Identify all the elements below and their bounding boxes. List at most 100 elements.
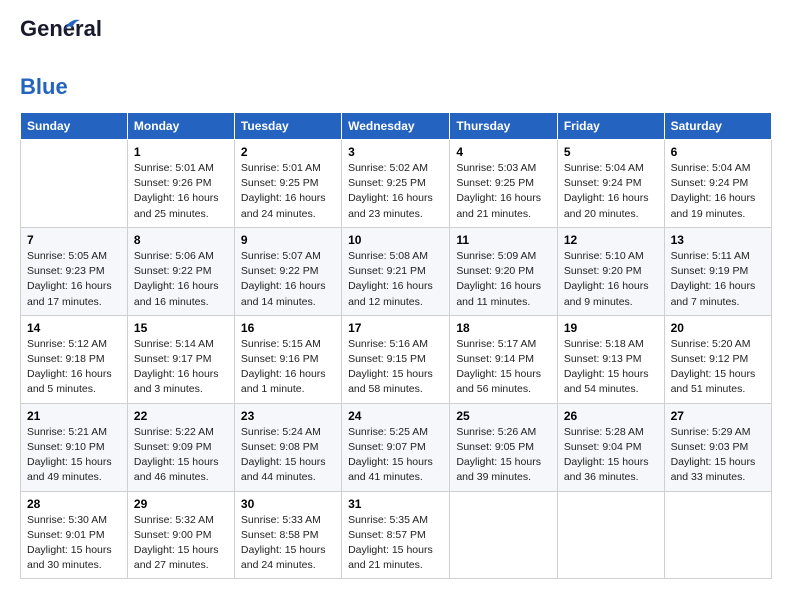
calendar-cell: 14Sunrise: 5:12 AM Sunset: 9:18 PM Dayli… — [21, 315, 128, 403]
date-number: 6 — [671, 145, 765, 159]
calendar-cell: 31 Sunrise: 5:35 AM Sunset: 8:57 PM Dayli… — [342, 491, 450, 579]
calendar-cell: 1 Sunrise: 5:01 AM Sunset: 9:26 PM Daylig… — [127, 140, 234, 228]
calendar-cell: 10 Sunrise: 5:08 AM Sunset: 9:21 PM Dayli… — [342, 227, 450, 315]
day-info: Sunrise: 5:16 AM Sunset: 9:15 PM Dayligh… — [348, 337, 443, 398]
date-number: 9 — [241, 233, 335, 247]
calendar-cell: 30 Sunrise: 5:33 AM Sunset: 8:58 PM Dayli… — [234, 491, 341, 579]
logo-bird-icon — [60, 14, 82, 36]
logo: General Blue — [20, 16, 68, 100]
calendar-cell: 7 Sunrise: 5:05 AM Sunset: 9:23 PM Daylig… — [21, 227, 128, 315]
date-number: 14 — [27, 321, 121, 335]
column-header-saturday: Saturday — [664, 113, 771, 140]
column-header-sunday: Sunday — [21, 113, 128, 140]
calendar-cell: 21 Sunrise: 5:21 AM Sunset: 9:10 PM Dayli… — [21, 403, 128, 491]
day-info: Sunrise: 5:05 AM Sunset: 9:23 PM Dayligh… — [27, 249, 121, 310]
week-row-3: 14Sunrise: 5:12 AM Sunset: 9:18 PM Dayli… — [21, 315, 772, 403]
date-number: 3 — [348, 145, 443, 159]
day-info: Sunrise: 5:26 AM Sunset: 9:05 PM Dayligh… — [456, 425, 551, 486]
date-number: 8 — [134, 233, 228, 247]
date-number: 25 — [456, 409, 551, 423]
week-row-5: 28 Sunrise: 5:30 AM Sunset: 9:01 PM Dayli… — [21, 491, 772, 579]
date-number: 2 — [241, 145, 335, 159]
date-number: 7 — [27, 233, 121, 247]
calendar-cell: 8 Sunrise: 5:06 AM Sunset: 9:22 PM Daylig… — [127, 227, 234, 315]
header: General Blue — [20, 16, 772, 100]
calendar-cell — [450, 491, 558, 579]
column-header-row: SundayMondayTuesdayWednesdayThursdayFrid… — [21, 113, 772, 140]
date-number: 29 — [134, 497, 228, 511]
day-info: Sunrise: 5:03 AM Sunset: 9:25 PM Dayligh… — [456, 161, 551, 222]
calendar-cell: 24 Sunrise: 5:25 AM Sunset: 9:07 PM Dayli… — [342, 403, 450, 491]
calendar-cell: 18Sunrise: 5:17 AM Sunset: 9:14 PM Dayli… — [450, 315, 558, 403]
calendar-cell: 29 Sunrise: 5:32 AM Sunset: 9:00 PM Dayli… — [127, 491, 234, 579]
week-row-4: 21 Sunrise: 5:21 AM Sunset: 9:10 PM Dayli… — [21, 403, 772, 491]
date-number: 30 — [241, 497, 335, 511]
calendar-cell: 26 Sunrise: 5:28 AM Sunset: 9:04 PM Dayli… — [557, 403, 664, 491]
date-number: 10 — [348, 233, 443, 247]
date-number: 28 — [27, 497, 121, 511]
calendar-cell: 11 Sunrise: 5:09 AM Sunset: 9:20 PM Dayli… — [450, 227, 558, 315]
day-info: Sunrise: 5:15 AM Sunset: 9:16 PM Dayligh… — [241, 337, 335, 398]
week-row-2: 7 Sunrise: 5:05 AM Sunset: 9:23 PM Daylig… — [21, 227, 772, 315]
column-header-wednesday: Wednesday — [342, 113, 450, 140]
calendar-cell: 25 Sunrise: 5:26 AM Sunset: 9:05 PM Dayli… — [450, 403, 558, 491]
date-number: 18 — [456, 321, 551, 335]
day-info: Sunrise: 5:10 AM Sunset: 9:20 PM Dayligh… — [564, 249, 658, 310]
day-info: Sunrise: 5:29 AM Sunset: 9:03 PM Dayligh… — [671, 425, 765, 486]
date-number: 13 — [671, 233, 765, 247]
day-info: Sunrise: 5:35 AM Sunset: 8:57 PM Dayligh… — [348, 513, 443, 574]
calendar-table: SundayMondayTuesdayWednesdayThursdayFrid… — [20, 112, 772, 579]
date-number: 31 — [348, 497, 443, 511]
date-number: 20 — [671, 321, 765, 335]
date-number: 11 — [456, 233, 551, 247]
calendar-cell: 28 Sunrise: 5:30 AM Sunset: 9:01 PM Dayli… — [21, 491, 128, 579]
page-container: General Blue SundayMondayTuesdayWednesda… — [0, 0, 792, 589]
column-header-thursday: Thursday — [450, 113, 558, 140]
day-info: Sunrise: 5:24 AM Sunset: 9:08 PM Dayligh… — [241, 425, 335, 486]
day-info: Sunrise: 5:30 AM Sunset: 9:01 PM Dayligh… — [27, 513, 121, 574]
date-number: 23 — [241, 409, 335, 423]
day-info: Sunrise: 5:08 AM Sunset: 9:21 PM Dayligh… — [348, 249, 443, 310]
day-info: Sunrise: 5:21 AM Sunset: 9:10 PM Dayligh… — [27, 425, 121, 486]
calendar-cell: 20 Sunrise: 5:20 AM Sunset: 9:12 PM Dayli… — [664, 315, 771, 403]
date-number: 27 — [671, 409, 765, 423]
day-info: Sunrise: 5:09 AM Sunset: 9:20 PM Dayligh… — [456, 249, 551, 310]
day-info: Sunrise: 5:20 AM Sunset: 9:12 PM Dayligh… — [671, 337, 765, 398]
calendar-cell: 15 Sunrise: 5:14 AM Sunset: 9:17 PM Dayli… — [127, 315, 234, 403]
day-info: Sunrise: 5:33 AM Sunset: 8:58 PM Dayligh… — [241, 513, 335, 574]
calendar-cell: 6 Sunrise: 5:04 AM Sunset: 9:24 PM Daylig… — [664, 140, 771, 228]
calendar-cell: 4 Sunrise: 5:03 AM Sunset: 9:25 PM Daylig… — [450, 140, 558, 228]
calendar-cell: 3Sunrise: 5:02 AM Sunset: 9:25 PM Daylig… — [342, 140, 450, 228]
day-info: Sunrise: 5:04 AM Sunset: 9:24 PM Dayligh… — [671, 161, 765, 222]
date-number: 12 — [564, 233, 658, 247]
date-number: 24 — [348, 409, 443, 423]
date-number: 5 — [564, 145, 658, 159]
calendar-cell: 27 Sunrise: 5:29 AM Sunset: 9:03 PM Dayli… — [664, 403, 771, 491]
calendar-cell: 5Sunrise: 5:04 AM Sunset: 9:24 PM Daylig… — [557, 140, 664, 228]
column-header-friday: Friday — [557, 113, 664, 140]
day-info: Sunrise: 5:32 AM Sunset: 9:00 PM Dayligh… — [134, 513, 228, 574]
calendar-cell: 22Sunrise: 5:22 AM Sunset: 9:09 PM Dayli… — [127, 403, 234, 491]
calendar-cell — [557, 491, 664, 579]
calendar-cell: 23 Sunrise: 5:24 AM Sunset: 9:08 PM Dayli… — [234, 403, 341, 491]
day-info: Sunrise: 5:25 AM Sunset: 9:07 PM Dayligh… — [348, 425, 443, 486]
date-number: 16 — [241, 321, 335, 335]
week-row-1: 1 Sunrise: 5:01 AM Sunset: 9:26 PM Daylig… — [21, 140, 772, 228]
day-info: Sunrise: 5:01 AM Sunset: 9:25 PM Dayligh… — [241, 161, 335, 222]
date-number: 26 — [564, 409, 658, 423]
day-info: Sunrise: 5:01 AM Sunset: 9:26 PM Dayligh… — [134, 161, 228, 222]
date-number: 15 — [134, 321, 228, 335]
day-info: Sunrise: 5:18 AM Sunset: 9:13 PM Dayligh… — [564, 337, 658, 398]
date-number: 21 — [27, 409, 121, 423]
logo-blue-text: Blue — [20, 74, 68, 99]
column-header-monday: Monday — [127, 113, 234, 140]
calendar-cell: 16 Sunrise: 5:15 AM Sunset: 9:16 PM Dayli… — [234, 315, 341, 403]
calendar-cell: 2 Sunrise: 5:01 AM Sunset: 9:25 PM Daylig… — [234, 140, 341, 228]
date-number: 4 — [456, 145, 551, 159]
day-info: Sunrise: 5:28 AM Sunset: 9:04 PM Dayligh… — [564, 425, 658, 486]
day-info: Sunrise: 5:14 AM Sunset: 9:17 PM Dayligh… — [134, 337, 228, 398]
day-info: Sunrise: 5:06 AM Sunset: 9:22 PM Dayligh… — [134, 249, 228, 310]
day-info: Sunrise: 5:11 AM Sunset: 9:19 PM Dayligh… — [671, 249, 765, 310]
date-number: 1 — [134, 145, 228, 159]
date-number: 19 — [564, 321, 658, 335]
